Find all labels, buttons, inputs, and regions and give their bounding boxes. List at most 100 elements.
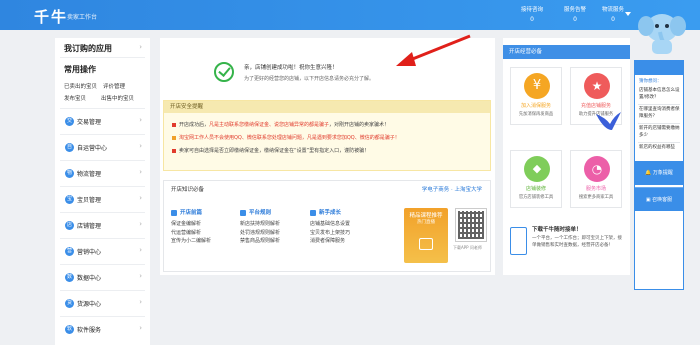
sidebar-item-software[interactable]: 软 软件服务 › xyxy=(55,321,150,339)
help-panel: 猜你想问： 店铺基本信息怎么设置/修改？ 在哪里查询消费者保障服务？ 新开的店铺… xyxy=(634,60,684,290)
divider xyxy=(60,290,145,291)
knowledge-link[interactable]: 店铺基础信息设置 xyxy=(310,220,380,229)
sidebar-item-shop[interactable]: 店 店铺管理 › xyxy=(55,217,150,235)
sidebar: 我订购的应用 › 常用操作 已卖出的宝贝 评价管理 发布宝贝 出售中的宝贝 交 … xyxy=(55,38,150,345)
sidebar-item-self-operation[interactable]: 自 自运营中心 › xyxy=(55,139,150,157)
chevron-right-icon: › xyxy=(139,324,142,332)
divider xyxy=(60,57,145,58)
divider xyxy=(60,160,145,161)
divider xyxy=(60,134,145,135)
course-banner[interactable]: 精品课程推荐 热门直播 xyxy=(404,208,448,263)
divider xyxy=(60,108,145,109)
notice-title: 开店安全提醒 xyxy=(164,101,490,113)
divider xyxy=(60,186,145,187)
divider xyxy=(60,212,145,213)
bird-logo-icon xyxy=(596,112,621,130)
reminder-button[interactable]: 🔔 万象提醒 xyxy=(635,161,683,185)
right-panel-title: 开店经营必备 xyxy=(503,45,630,59)
knowledge-title: 开店知识必备 xyxy=(171,187,205,193)
knowledge-link[interactable]: 宣传为小二编解析 xyxy=(171,237,241,246)
chevron-down-icon[interactable] xyxy=(625,12,631,16)
qr-caption: 下载APP 问老师 xyxy=(453,245,482,250)
elephant-mascot-icon xyxy=(638,14,686,54)
app-download[interactable]: 下载千牛随时接单！ 一个平台，一个工作台；即可宝贝上下架，接单做销售和实时查数据… xyxy=(510,225,625,273)
sourcing-icon: 货 xyxy=(65,299,74,308)
sidebar-item-products[interactable]: 宝 宝贝管理 › xyxy=(55,191,150,209)
qr-code xyxy=(455,208,487,242)
knowledge-col-growth: 新手成长 店铺基础信息设置 宝贝发布上架技巧 消费者保障服务 xyxy=(310,208,380,246)
products-icon: 宝 xyxy=(65,195,74,204)
chevron-right-icon: › xyxy=(139,43,142,51)
knowledge-link[interactable]: 新店扶持规则解析 xyxy=(240,220,310,229)
success-submessage: 为了更好的经营您的店铺，以下开店信息请务必充分了解。 xyxy=(244,76,375,82)
help-title: 猜你想问： xyxy=(639,79,662,84)
data-icon: 数 xyxy=(65,273,74,282)
logo-subtitle: 卖家工作台 xyxy=(67,14,98,21)
stat-reception[interactable]: 接待咨询 0 xyxy=(512,6,552,24)
marketing-icon: 营 xyxy=(65,247,74,256)
common-ops-title: 常用操作 xyxy=(64,65,96,74)
sidebar-item-marketing[interactable]: 营 营销中心 › xyxy=(55,243,150,261)
university-link[interactable]: 学电子商务 · 上淘宝大学 xyxy=(422,185,482,193)
knowledge-col-pre-open: 开店前篇 保证金编解析 代运营编解析 宣传为小二编解析 xyxy=(171,208,241,246)
knowledge-link[interactable]: 消费者保障服务 xyxy=(310,237,380,246)
brush-icon: ◆ xyxy=(524,156,550,182)
chevron-right-icon: › xyxy=(139,168,142,176)
divider xyxy=(60,238,145,239)
chevron-right-icon: › xyxy=(139,246,142,254)
divider xyxy=(60,316,145,317)
bullet-icon xyxy=(172,122,176,127)
self-operation-icon: 自 xyxy=(65,143,74,152)
card-service-market[interactable]: ◔ 服务市场 搜索更多商家工具 xyxy=(570,150,622,208)
growth-icon xyxy=(310,209,316,216)
help-question[interactable]: 新店的权益有哪些 xyxy=(639,145,681,152)
chevron-right-icon: › xyxy=(139,142,142,150)
knowledge-link[interactable]: 宝贝发布上架技巧 xyxy=(310,229,380,238)
customer-service-button[interactable]: ▣ 召唤客服 xyxy=(635,187,683,211)
quick-link-reviews[interactable]: 评价管理 xyxy=(103,82,125,90)
help-question[interactable]: 新开的店铺需要缴纳多少 xyxy=(639,126,681,139)
help-question[interactable]: 在哪里查询消费者保障服务？ xyxy=(639,107,681,120)
trade-icon: 交 xyxy=(65,117,74,126)
software-icon: 软 xyxy=(65,325,74,334)
my-apps-title[interactable]: 我订购的应用 xyxy=(64,43,112,54)
sidebar-item-sourcing[interactable]: 货 货源中心 › xyxy=(55,295,150,313)
card-consumer-protection[interactable]: ¥ 加入消保服务 先加消保再发商品 xyxy=(510,67,562,125)
notice-line: 开店成功后，凡是主动联系您缴纳保证金、说您店铺异常的都是骗子，对刚开店铺的卖家骗… xyxy=(172,121,484,128)
logo[interactable]: 千牛 xyxy=(34,6,68,27)
bullet-icon xyxy=(172,135,176,140)
knowledge-link[interactable]: 保证金编解析 xyxy=(171,220,241,229)
card-shop-decoration[interactable]: ◆ 店铺装修 官方店铺装修工具 xyxy=(510,150,562,208)
success-check-icon xyxy=(214,62,234,82)
phone-icon xyxy=(510,227,527,255)
knowledge-link[interactable]: 处罚违规规则解析 xyxy=(240,229,310,238)
chevron-right-icon: › xyxy=(139,116,142,124)
top-bar: 千牛 卖家工作台 接待咨询 0 服务告警 0 物流服务 0 xyxy=(0,0,700,30)
bullet-icon xyxy=(172,148,176,153)
help-question[interactable]: 店铺基本信息怎么设置/修改？ xyxy=(639,88,681,101)
safety-notice: 开店安全提醒 开店成功后，凡是主动联系您缴纳保证金、说您店铺异常的都是骗子，对刚… xyxy=(163,100,491,171)
chevron-right-icon: › xyxy=(139,194,142,202)
divider xyxy=(60,264,145,265)
sidebar-item-trade[interactable]: 交 交易管理 › xyxy=(55,113,150,131)
quick-link-publish[interactable]: 发布宝贝 xyxy=(64,94,86,102)
shop-icon: 店 xyxy=(65,221,74,230)
tv-icon xyxy=(419,238,433,250)
knowledge-link[interactable]: 禁售商品规则解析 xyxy=(240,237,310,246)
success-message: 亲，店铺创建成功啦！祝你生意兴隆！ xyxy=(244,65,338,71)
sidebar-item-logistics[interactable]: 物 物流管理 › xyxy=(55,165,150,183)
knowledge-col-rules: 平台规则 新店扶持规则解析 处罚违规规则解析 禁售商品规则解析 xyxy=(240,208,310,246)
quick-link-sold[interactable]: 已卖出的宝贝 xyxy=(64,82,97,90)
star-icon: ★ xyxy=(584,73,610,99)
bell-icon: 🔔 xyxy=(645,170,653,176)
chevron-right-icon: › xyxy=(139,298,142,306)
stat-service-alert[interactable]: 服务告警 0 xyxy=(555,6,595,24)
notice-line: 淘宝网工作人员不会使用QQ、微信联系您处理店铺问题，凡是遇到要求您加QQ、微信的… xyxy=(172,134,484,141)
chevron-right-icon: › xyxy=(139,272,142,280)
sidebar-item-data[interactable]: 数 数据中心 › xyxy=(55,269,150,287)
yuan-icon: ¥ xyxy=(524,73,550,99)
knowledge-link[interactable]: 代运营编解析 xyxy=(171,229,241,238)
pie-icon: ◔ xyxy=(584,156,610,182)
quick-link-onsale[interactable]: 出售中的宝贝 xyxy=(101,94,134,102)
rules-icon xyxy=(240,209,246,216)
